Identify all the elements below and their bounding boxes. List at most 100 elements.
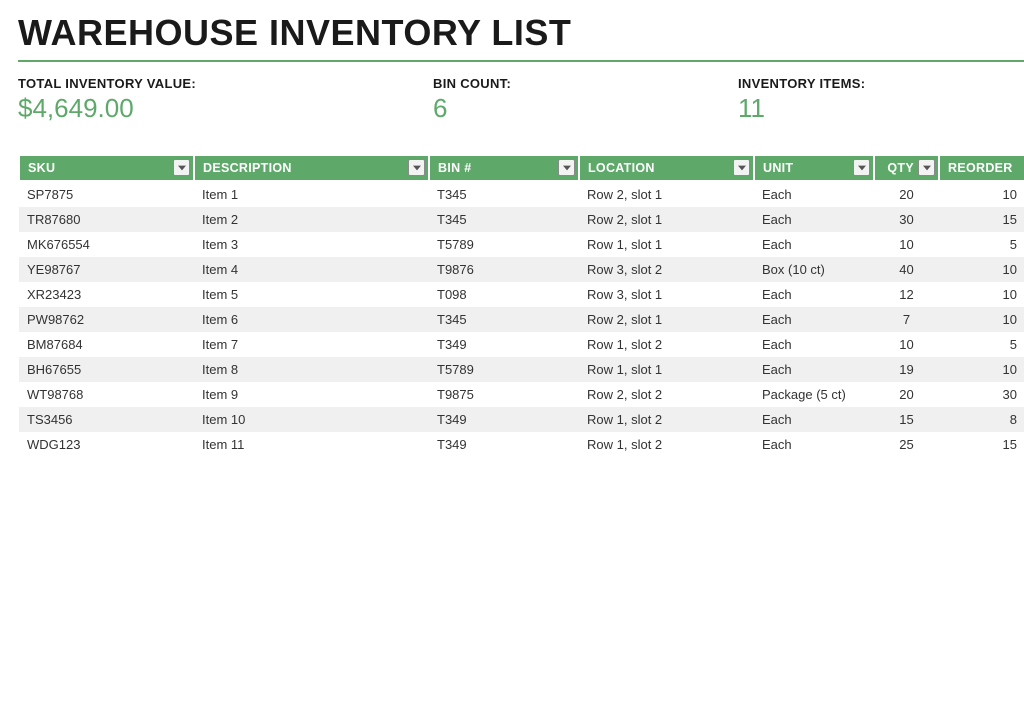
- cell-unit: Each: [754, 181, 874, 207]
- cell-bin: T5789: [429, 232, 579, 257]
- table-row: YE98767Item 4T9876Row 3, slot 2Box (10 c…: [19, 257, 1024, 282]
- cell-sku: SP7875: [19, 181, 194, 207]
- stat-total-amount: $4,649.00: [18, 93, 433, 124]
- col-header-description-label: DESCRIPTION: [203, 161, 292, 175]
- cell-qty: 30: [874, 207, 939, 232]
- cell-location: Row 3, slot 2: [579, 257, 754, 282]
- cell-unit: Each: [754, 232, 874, 257]
- cell-location: Row 1, slot 1: [579, 357, 754, 382]
- cell-sku: TS3456: [19, 407, 194, 432]
- cell-sku: BM87684: [19, 332, 194, 357]
- filter-dropdown-icon[interactable]: [558, 159, 575, 176]
- cell-bin: T345: [429, 181, 579, 207]
- table-row: TS3456Item 10T349Row 1, slot 2Each158: [19, 407, 1024, 432]
- cell-location: Row 2, slot 1: [579, 207, 754, 232]
- table-row: BH67655Item 8T5789Row 1, slot 1Each1910: [19, 357, 1024, 382]
- cell-sku: PW98762: [19, 307, 194, 332]
- cell-sku: WDG123: [19, 432, 194, 457]
- cell-bin: T5789: [429, 357, 579, 382]
- cell-location: Row 1, slot 1: [579, 232, 754, 257]
- cell-unit: Package (5 ct): [754, 382, 874, 407]
- cell-reorder: 15: [939, 432, 1024, 457]
- cell-sku: BH67655: [19, 357, 194, 382]
- cell-location: Row 2, slot 1: [579, 307, 754, 332]
- cell-qty: 19: [874, 357, 939, 382]
- inventory-table: SKU DESCRIPTION BIN # LOCATION UNIT: [18, 154, 1024, 457]
- cell-sku: TR87680: [19, 207, 194, 232]
- cell-qty: 7: [874, 307, 939, 332]
- filter-dropdown-icon[interactable]: [918, 159, 935, 176]
- filter-dropdown-icon[interactable]: [173, 159, 190, 176]
- table-row: SP7875Item 1T345Row 2, slot 1Each2010: [19, 181, 1024, 207]
- col-header-description[interactable]: DESCRIPTION: [194, 155, 429, 181]
- cell-reorder: 10: [939, 257, 1024, 282]
- cell-location: Row 1, slot 2: [579, 432, 754, 457]
- filter-dropdown-icon[interactable]: [733, 159, 750, 176]
- cell-unit: Each: [754, 307, 874, 332]
- cell-bin: T9875: [429, 382, 579, 407]
- col-header-sku-label: SKU: [28, 161, 55, 175]
- cell-sku: YE98767: [19, 257, 194, 282]
- cell-bin: T349: [429, 332, 579, 357]
- cell-unit: Each: [754, 332, 874, 357]
- cell-bin: T9876: [429, 257, 579, 282]
- col-header-unit[interactable]: UNIT: [754, 155, 874, 181]
- col-header-qty-label: QTY: [887, 161, 914, 175]
- col-header-bin[interactable]: BIN #: [429, 155, 579, 181]
- cell-bin: T349: [429, 407, 579, 432]
- col-header-qty[interactable]: QTY: [874, 155, 939, 181]
- cell-location: Row 2, slot 1: [579, 181, 754, 207]
- cell-bin: T345: [429, 207, 579, 232]
- col-header-location-label: LOCATION: [588, 161, 655, 175]
- table-row: WT98768Item 9T9875Row 2, slot 2Package (…: [19, 382, 1024, 407]
- cell-reorder: 5: [939, 232, 1024, 257]
- col-header-location[interactable]: LOCATION: [579, 155, 754, 181]
- cell-location: Row 1, slot 2: [579, 332, 754, 357]
- cell-unit: Each: [754, 407, 874, 432]
- stat-bin-label: BIN COUNT:: [433, 76, 738, 91]
- cell-qty: 25: [874, 432, 939, 457]
- stat-bin-count: BIN COUNT: 6: [433, 76, 738, 124]
- cell-description: Item 7: [194, 332, 429, 357]
- cell-sku: XR23423: [19, 282, 194, 307]
- cell-reorder: 30: [939, 382, 1024, 407]
- cell-location: Row 2, slot 2: [579, 382, 754, 407]
- stat-items-amount: 11: [738, 93, 865, 124]
- table-row: MK676554Item 3T5789Row 1, slot 1Each105: [19, 232, 1024, 257]
- filter-dropdown-icon[interactable]: [853, 159, 870, 176]
- page-title: WAREHOUSE INVENTORY LIST: [18, 12, 1024, 54]
- cell-description: Item 2: [194, 207, 429, 232]
- col-header-sku[interactable]: SKU: [19, 155, 194, 181]
- cell-qty: 10: [874, 332, 939, 357]
- cell-reorder: 5: [939, 332, 1024, 357]
- cell-qty: 12: [874, 282, 939, 307]
- cell-qty: 20: [874, 181, 939, 207]
- cell-qty: 40: [874, 257, 939, 282]
- cell-qty: 20: [874, 382, 939, 407]
- title-rule: [18, 60, 1024, 62]
- stats-row: TOTAL INVENTORY VALUE: $4,649.00 BIN COU…: [18, 76, 1024, 124]
- cell-bin: T349: [429, 432, 579, 457]
- stat-total-value: TOTAL INVENTORY VALUE: $4,649.00: [18, 76, 433, 124]
- cell-unit: Each: [754, 432, 874, 457]
- cell-reorder: 10: [939, 357, 1024, 382]
- cell-bin: T345: [429, 307, 579, 332]
- cell-qty: 10: [874, 232, 939, 257]
- table-body: SP7875Item 1T345Row 2, slot 1Each2010TR8…: [19, 181, 1024, 457]
- table-row: PW98762Item 6T345Row 2, slot 1Each710: [19, 307, 1024, 332]
- cell-bin: T098: [429, 282, 579, 307]
- cell-reorder: 10: [939, 181, 1024, 207]
- cell-sku: WT98768: [19, 382, 194, 407]
- cell-sku: MK676554: [19, 232, 194, 257]
- stat-bin-amount: 6: [433, 93, 738, 124]
- cell-reorder: 15: [939, 207, 1024, 232]
- table-header-row: SKU DESCRIPTION BIN # LOCATION UNIT: [19, 155, 1024, 181]
- cell-description: Item 6: [194, 307, 429, 332]
- table-row: WDG123Item 11T349Row 1, slot 2Each2515: [19, 432, 1024, 457]
- cell-reorder: 8: [939, 407, 1024, 432]
- col-header-reorder[interactable]: REORDER: [939, 155, 1024, 181]
- cell-unit: Each: [754, 282, 874, 307]
- col-header-reorder-label: REORDER: [948, 161, 1013, 175]
- filter-dropdown-icon[interactable]: [408, 159, 425, 176]
- cell-qty: 15: [874, 407, 939, 432]
